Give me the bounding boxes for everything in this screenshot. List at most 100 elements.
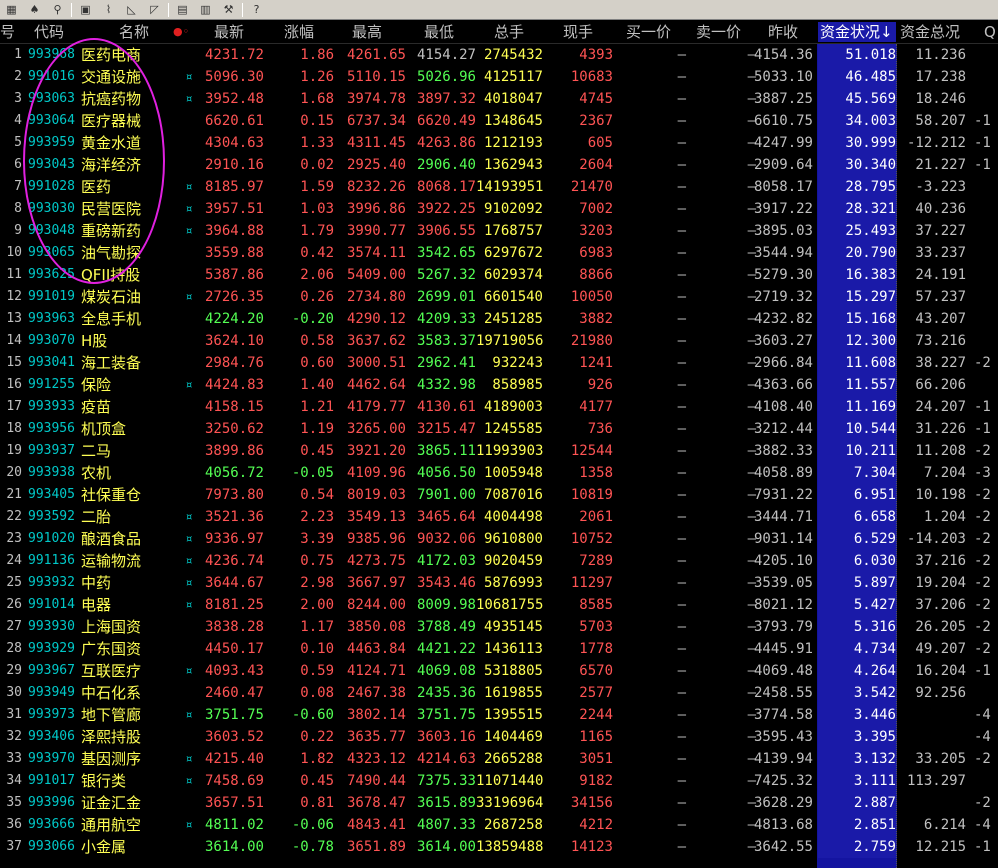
current-volume: 21980: [570, 333, 613, 349]
grid-icon[interactable]: ▥: [196, 2, 215, 18]
stock-name: 银行类: [81, 772, 127, 790]
table-row[interactable]: 12 991019 煤炭石油 ¤ 2726.35 0.26 2734.80 2699.01 66…: [0, 286, 998, 308]
table-row[interactable]: 15 993041 海工装备 2984.76 0.60 3000.51 2962.41 932…: [0, 352, 998, 374]
fund-total: 33.237: [915, 245, 966, 261]
help-icon[interactable]: ?: [247, 2, 266, 18]
header-q[interactable]: Q: [984, 22, 996, 42]
fund-status: 3.542: [818, 682, 896, 704]
prev-close: 5279.30: [753, 267, 813, 283]
bid-price: —: [677, 289, 686, 305]
header-name[interactable]: 名称: [119, 22, 149, 42]
stock-name: 医疗器械: [81, 112, 142, 130]
table-row[interactable]: 28 993929 广东国资 4450.17 0.10 4463.84 4421.22 143…: [0, 638, 998, 660]
table-row[interactable]: 20 993938 农机 4056.72 -0.05 4109.96 4056.50 1005…: [0, 462, 998, 484]
table-row[interactable]: 30 993949 中石化系 2460.47 0.08 2467.38 2435.36 161…: [0, 682, 998, 704]
table-row[interactable]: 13 993963 全息手机 4224.20 -0.20 4290.12 4209.33 24…: [0, 308, 998, 330]
header-high[interactable]: 最高: [352, 22, 382, 42]
stock-code: 993932: [28, 575, 75, 590]
header-fund-status[interactable]: 资金状况↓: [818, 22, 896, 42]
table-row[interactable]: 34 991017 银行类 ¤ 7458.69 0.45 7490.44 7375.33 110…: [0, 770, 998, 792]
table-row[interactable]: 7 991028 医药 ¤ 8185.97 1.59 8232.26 8068.17 14193…: [0, 176, 998, 198]
bid-price: —: [677, 201, 686, 217]
table-row[interactable]: 17 993933 疫苗 4158.15 1.21 4179.77 4130.61 41890…: [0, 396, 998, 418]
ruler-icon[interactable]: ◺: [122, 2, 141, 18]
table-row[interactable]: 11 993625 QFII持股 5387.86 2.06 5409.00 5267.32 6…: [0, 264, 998, 286]
bell-icon[interactable]: ♠: [25, 2, 44, 18]
header-latest[interactable]: 最新: [214, 22, 244, 42]
fund-total: -14.203: [906, 531, 966, 547]
bid-price: —: [677, 839, 686, 855]
table-row[interactable]: 4 993064 医疗器械 6620.61 0.15 6737.34 6620.49 1348…: [0, 110, 998, 132]
q-value: -2: [974, 597, 991, 613]
row-marker-icon: ¤: [185, 708, 193, 722]
table-row[interactable]: 14 993070 H股 3624.10 0.58 3637.62 3583.37 19719…: [0, 330, 998, 352]
total-volume: 4189003: [483, 399, 543, 415]
q-value: -1: [974, 113, 991, 129]
header-markers[interactable]: ●◦: [173, 22, 189, 42]
low-price: 7901.00: [416, 487, 476, 503]
table-row[interactable]: 33 993970 基因测序 ¤ 4215.40 1.82 4323.12 4214.63 26…: [0, 748, 998, 770]
change-percent: -0.20: [291, 311, 334, 327]
table-row[interactable]: 2 991016 交通设施 ¤ 5096.30 1.26 5110.15 5026.96 412…: [0, 66, 998, 88]
chart-red-icon[interactable]: ▣: [76, 2, 95, 18]
change-percent: 1.79: [300, 223, 334, 239]
table-row[interactable]: 22 993592 二胎 ¤ 3521.36 2.23 3549.13 3465.64 4004…: [0, 506, 998, 528]
bid-price: —: [677, 575, 686, 591]
table-row[interactable]: 23 991020 酿酒食品 ¤ 9336.97 3.39 9385.96 9032.06 96…: [0, 528, 998, 550]
table-row[interactable]: 19 993937 二马 3899.86 0.45 3921.20 3865.11 11993…: [0, 440, 998, 462]
table-row[interactable]: 32 993406 泽熙持股 3603.52 0.22 3635.77 3603.16 140…: [0, 726, 998, 748]
stock-name: 互联医疗: [81, 662, 142, 680]
header-current-volume[interactable]: 现手: [563, 22, 593, 42]
table-row[interactable]: 25 993932 中药 ¤ 3644.67 2.98 3667.97 3543.46 5876…: [0, 572, 998, 594]
table-row[interactable]: 5 993959 黄金水道 4304.63 1.33 4311.45 4263.86 1212…: [0, 132, 998, 154]
table-row[interactable]: 21 993405 社保重仓 7973.80 0.54 8019.03 7901.00 708…: [0, 484, 998, 506]
high-price: 3000.51: [346, 355, 406, 371]
row-marker-icon: [183, 792, 195, 814]
fund-status: 4.734: [818, 638, 896, 660]
table-row[interactable]: 29 993967 互联医疗 ¤ 4093.43 0.59 4124.71 4069.08 53…: [0, 660, 998, 682]
change-percent: 0.42: [300, 245, 334, 261]
header-fund-total[interactable]: 资金总况: [900, 22, 960, 42]
table-row[interactable]: 16 991255 保险 ¤ 4424.83 1.40 4462.64 4332.98 8589…: [0, 374, 998, 396]
table-row[interactable]: 8 993030 民营医院 ¤ 3957.51 1.03 3996.86 3922.25 910…: [0, 198, 998, 220]
table-row[interactable]: 31 993973 地下管廊 ¤ 3751.75 -0.60 3802.14 3751.75 1…: [0, 704, 998, 726]
angle-icon[interactable]: ◸: [145, 2, 164, 18]
table-row[interactable]: 9 993048 重磅新药 ¤ 3964.88 1.79 3990.77 3906.55 176…: [0, 220, 998, 242]
stock-name: 二胎: [81, 508, 112, 526]
header-volume[interactable]: 总手: [494, 22, 524, 42]
header-code[interactable]: 代码: [34, 22, 64, 42]
table-row[interactable]: 6 993043 海洋经济 2910.16 0.02 2925.40 2906.40 1362…: [0, 154, 998, 176]
layout-icon[interactable]: ▦: [2, 2, 21, 18]
latest-price: 4304.63: [204, 135, 264, 151]
row-index: 9: [14, 223, 22, 238]
table-row[interactable]: 35 993996 证金汇金 3657.51 0.81 3678.47 3615.89 331…: [0, 792, 998, 814]
high-price: 4124.71: [346, 663, 406, 679]
tools-icon[interactable]: ⚒: [219, 2, 238, 18]
fund-total: 38.227: [915, 355, 966, 371]
header-low[interactable]: 最低: [424, 22, 454, 42]
q-value: -2: [974, 531, 991, 547]
change-percent: 0.60: [300, 355, 334, 371]
header-change[interactable]: 涨幅: [284, 22, 314, 42]
line-chart-icon[interactable]: ⌇: [99, 2, 118, 18]
document-icon[interactable]: ▤: [173, 2, 192, 18]
header-index[interactable]: 号: [0, 22, 15, 42]
header-bid[interactable]: 买一价: [626, 22, 671, 42]
low-price: 3543.46: [416, 575, 476, 591]
table-row[interactable]: 1 993968 医药电商 4231.72 1.86 4261.65 4154.27 2745…: [0, 44, 998, 66]
stock-name: 民营医院: [81, 200, 142, 218]
table-row[interactable]: 24 991136 运输物流 ¤ 4236.74 0.75 4273.75 4172.03 90…: [0, 550, 998, 572]
table-row[interactable]: 3 993063 抗癌药物 ¤ 3952.48 1.68 3974.78 3897.32 401…: [0, 88, 998, 110]
table-row[interactable]: 26 991014 电器 ¤ 8181.25 2.00 8244.00 8009.98 1068…: [0, 594, 998, 616]
stock-name: 保险: [81, 376, 112, 394]
table-row[interactable]: 27 993930 上海国资 3838.28 1.17 3850.08 3788.49 493…: [0, 616, 998, 638]
low-price: 4172.03: [416, 553, 476, 569]
header-prev-close[interactable]: 昨收: [768, 22, 798, 42]
table-row[interactable]: 18 993956 机顶盒 3250.62 1.19 3265.00 3215.47 1245…: [0, 418, 998, 440]
table-row[interactable]: 36 993666 通用航空 ¤ 4811.02 -0.06 4843.41 4807.33 2…: [0, 814, 998, 836]
table-row[interactable]: 10 993065 油气勘探 3559.88 0.42 3574.11 3542.65 629…: [0, 242, 998, 264]
latest-price: 3250.62: [204, 421, 264, 437]
link-icon[interactable]: ⚲: [48, 2, 67, 18]
table-row[interactable]: 37 993066 小金属 3614.00 -0.78 3651.89 3614.00 138…: [0, 836, 998, 858]
header-ask[interactable]: 卖一价: [696, 22, 741, 42]
